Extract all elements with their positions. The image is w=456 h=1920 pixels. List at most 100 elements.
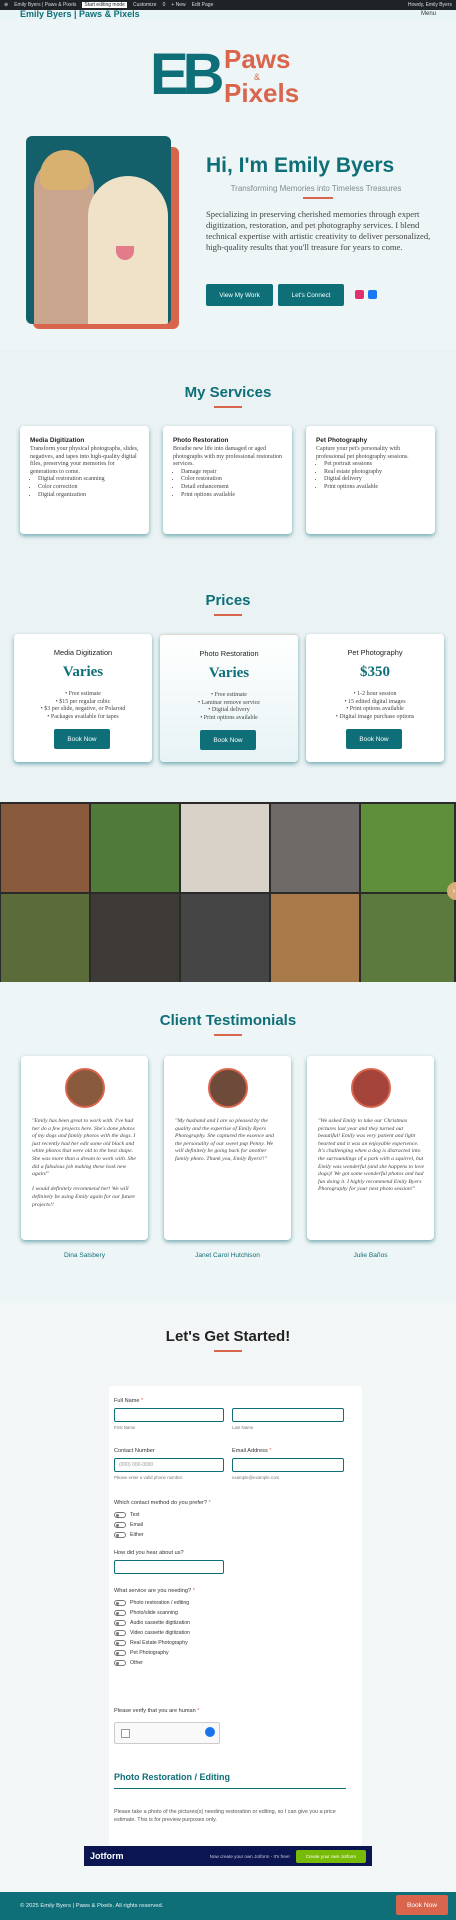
jotform-logo[interactable]: Jotform [90,1851,124,1861]
first-name-sublabel: First Name [114,1425,136,1430]
prices-title: Prices [205,592,251,609]
toggle-icon [114,1640,126,1646]
service-option[interactable]: Other [114,1660,143,1666]
service-option[interactable]: Pet Photography [114,1650,169,1656]
contact-number-label: Contact Number [114,1448,155,1454]
toggle-icon [114,1610,126,1616]
form-subsection-divider [114,1788,346,1789]
service-option[interactable]: Audio cassette digitization [114,1620,190,1626]
service-option[interactable]: Real Estate Photography [114,1640,188,1646]
captcha-widget[interactable] [114,1722,220,1744]
service-bullet: Print options available [324,484,425,492]
gallery-photo[interactable] [271,804,359,892]
services-divider [214,406,242,408]
first-name-input[interactable] [114,1408,224,1422]
service-bullet: Digital restoration scanning [38,476,139,484]
toggle-icon [114,1660,126,1666]
testimonial-card: "We asked Emily to take our Christmas pi… [307,1056,434,1259]
gallery-photo[interactable] [91,894,179,982]
gallery-photo[interactable] [91,804,179,892]
email-sublabel: example@example.com [232,1475,280,1480]
heard-about-input[interactable] [114,1560,224,1574]
admin-comments[interactable]: 0 [163,2,166,8]
contact-method-option[interactable]: Email [114,1522,143,1528]
hero-photo [26,136,171,324]
service-option[interactable]: Photo restoration / editing [114,1600,189,1606]
service-bullet: Detail enhancement [181,484,282,492]
site-title[interactable]: Emily Byers | Paws & Pixels [20,9,140,19]
site-footer: © 2025 Emily Byers | Paws & Pixels. All … [0,1892,456,1920]
price-bullet: $3 per slide, negative, or Polaroid [14,706,152,714]
logo-initials: EB [150,42,225,107]
toggle-icon [114,1512,126,1518]
book-now-button[interactable]: Book Now [54,729,110,749]
heard-about-label: How did you hear about us? [114,1550,184,1556]
price-bullet: Free estimate [160,692,298,700]
form-subsection-desc: Please take a photo of the pictures(s) n… [114,1809,336,1823]
service-needed-label: What service are you needing? * [114,1588,195,1594]
price-bullet: Digital delivery [160,707,298,715]
testimonial-quote: "We asked Emily to take our Christmas pi… [318,1118,424,1193]
price-name: Pet Photography [347,648,403,657]
service-desc: Breathe new life into damaged or aged ph… [173,446,282,468]
gallery-photo[interactable] [361,894,454,982]
contact-method-label: Which contact method do you prefer? * [114,1500,211,1506]
price-amount: Varies [208,665,250,681]
service-option[interactable]: Photo/slide scanning [114,1610,178,1616]
lets-connect-button[interactable]: Let's Connect [278,284,344,306]
gallery-photo[interactable] [181,804,269,892]
price-bullet: 1-2 hour session [306,691,444,699]
admin-account[interactable]: Howdy, Emily Byers [408,2,452,8]
book-now-button[interactable]: Book Now [346,729,402,749]
menu-button[interactable]: Menu [421,11,436,17]
admin-customize[interactable]: Customize [133,2,157,8]
testimonial-name: Julie Baños [353,1252,388,1259]
contact-number-sublabel: Please enter a valid phone number. [114,1475,184,1480]
admin-new[interactable]: + New [171,2,185,8]
price-card: Photo Restoration Varies Free estimate L… [160,634,298,762]
testimonials-title: Client Testimonials [159,1012,297,1029]
gallery-photo[interactable] [361,804,454,892]
price-amount: $350 [360,664,390,680]
book-now-button[interactable]: Book Now [200,730,256,750]
service-card: Photo Restoration Breathe new life into … [163,426,292,534]
price-bullet: Print options available [306,706,444,714]
gallery-photo[interactable] [1,804,89,892]
price-bullet: Digital image purchase options [306,714,444,722]
service-option[interactable]: Video cassette digitization [114,1630,190,1636]
gallery-photo[interactable] [181,894,269,982]
gallery-photo[interactable] [271,894,359,982]
service-desc: Transform your physical photographs, sli… [30,446,139,475]
admin-site-link[interactable]: Emily Byers | Paws & Pixels [14,2,76,8]
service-name: Pet Photography [316,437,368,444]
service-bullet: Digital delivery [324,476,425,484]
testimonial-note: I would definitely recommend her! We wil… [32,1186,135,1208]
contact-method-option[interactable]: Text [114,1512,140,1518]
footer-book-now-button[interactable]: Book Now [396,1895,448,1915]
email-input[interactable] [232,1458,344,1472]
instagram-icon[interactable] [355,290,364,299]
captcha-checkbox[interactable] [121,1729,130,1738]
wordpress-icon[interactable]: ⊕ [4,2,8,8]
captcha-label: Please verify that you are human * [114,1708,200,1714]
gallery-photo[interactable] [1,894,89,982]
price-name: Media Digitization [53,648,113,657]
service-card: Media Digitization Transform your physic… [20,426,149,534]
recaptcha-icon [205,1727,215,1737]
last-name-input[interactable] [232,1408,344,1422]
admin-edit-page[interactable]: Edit Page [192,2,214,8]
testimonial-name: Dina Salsbery [63,1252,106,1259]
hero-tagline: Transforming Memories into Timeless Trea… [230,184,402,193]
price-card: Pet Photography $350 1-2 hour session 15… [306,634,444,762]
service-bullet: Color correction [38,484,139,492]
view-my-work-button[interactable]: View My Work [206,284,273,306]
testimonial-quote: "My husband and I are so pleased by the … [175,1118,274,1162]
full-name-label: Full Name * [114,1398,144,1404]
facebook-icon[interactable] [368,290,377,299]
create-jotform-button[interactable]: Create your own Jotform [295,1849,366,1863]
form-section-title: Let's Get Started! [165,1328,291,1345]
admin-edit-mode[interactable]: Start editing mode [82,2,127,8]
footer-copyright: © 2025 Emily Byers | Paws & Pixels. All … [20,1903,164,1909]
contact-method-option[interactable]: Either [114,1532,144,1538]
contact-number-input[interactable]: (000) 000-0000 [114,1458,224,1472]
